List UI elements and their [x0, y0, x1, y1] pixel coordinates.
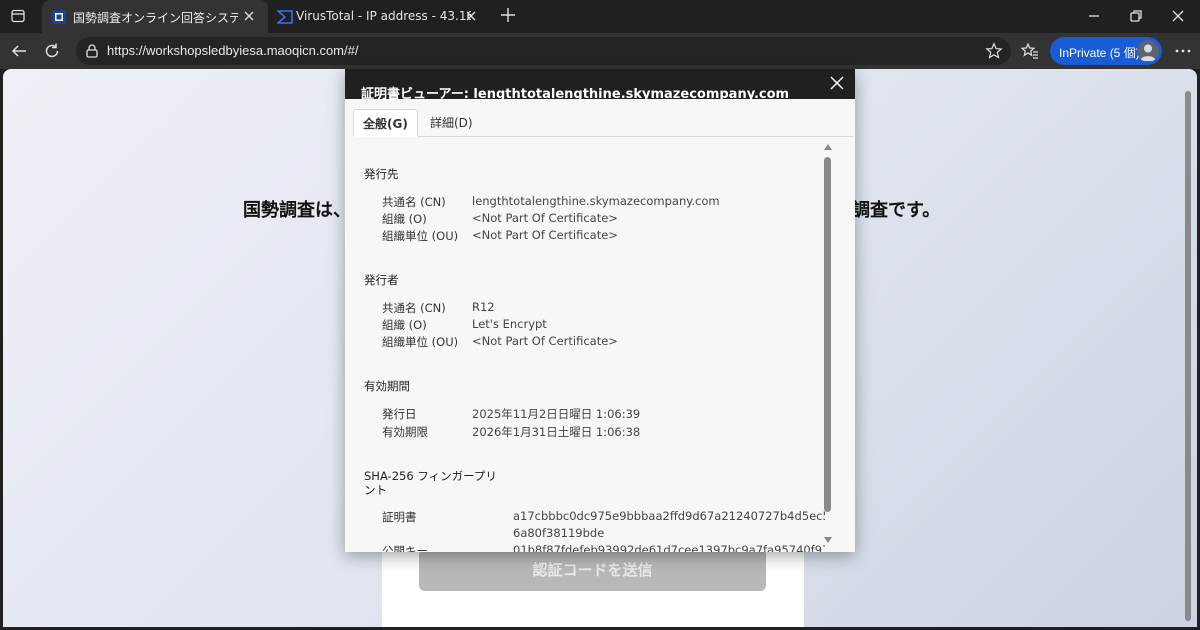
address-bar[interactable]: https://workshopsledbyiesa.maoqicn.com/#…: [76, 37, 1011, 65]
field-label: 共通名 (CN): [382, 301, 446, 315]
field-label: 組織 (O): [382, 318, 427, 332]
back-arrow-icon[interactable]: [10, 42, 28, 60]
scroll-up-icon[interactable]: [824, 144, 832, 150]
tab-title: VirusTotal - IP address - 43.160.2: [296, 9, 471, 23]
refresh-icon[interactable]: [43, 42, 61, 60]
field-value: <Not Part Of Certificate>: [472, 211, 618, 225]
tab-details[interactable]: 詳細(D): [421, 109, 482, 137]
lock-icon[interactable]: [84, 43, 100, 59]
close-icon[interactable]: [242, 9, 256, 23]
tab-bar: 国勢調査オンライン回答システム VirusTotal - IP address …: [0, 0, 1200, 33]
section-fingerprints-continued: ント: [364, 483, 387, 497]
section-issued-by: 発行者: [364, 273, 399, 287]
more-options-icon[interactable]: [1174, 42, 1192, 60]
field-value: a17cbbbc0dc975e9bbbaa2ffd9d67a21240727b4…: [513, 509, 825, 523]
scrollbar-thumb[interactable]: [824, 157, 831, 512]
navigation-bar: https://workshopsledbyiesa.maoqicn.com/#…: [0, 33, 1200, 69]
inprivate-label: InPrivate (5 個): [1059, 46, 1140, 60]
profile-icon: [1140, 44, 1156, 61]
field-value: lengthtotalengthine.skymazecompany.com: [472, 194, 720, 208]
inprivate-button[interactable]: InPrivate (5 個): [1050, 37, 1162, 65]
minimize-icon[interactable]: [1086, 8, 1102, 24]
restore-icon[interactable]: [1128, 8, 1144, 24]
certificate-details: 発行先 共通名 (CN) lengthtotalengthine.skymaze…: [345, 139, 825, 552]
page-scrollbar[interactable]: [1181, 69, 1195, 627]
field-value: R12: [472, 300, 495, 314]
page-heading-continued: 調査です。: [852, 200, 941, 221]
tab-general[interactable]: 全般(G): [353, 109, 418, 137]
dialog-scrollbar[interactable]: [821, 141, 835, 546]
field-value: <Not Part Of Certificate>: [472, 334, 618, 348]
section-validity: 有効期間: [364, 379, 410, 393]
tab-census[interactable]: 国勢調査オンライン回答システム: [42, 0, 268, 33]
tab-actions-icon[interactable]: [10, 8, 26, 24]
dialog-titlebar: 証明書ビューアー: lengthtotalengthine.skymazecom…: [345, 69, 855, 102]
field-value: Let's Encrypt: [472, 317, 547, 331]
send-code-button[interactable]: 認証コードを送信: [419, 549, 766, 591]
scrollbar-thumb[interactable]: [1185, 91, 1191, 621]
field-value: 01b8f87fdefeb93992de61d7cee1397bc9a7fa95…: [513, 543, 825, 552]
field-value: 6a80f38119bde: [513, 526, 605, 540]
page-heading: 国勢調査は、: [243, 200, 351, 221]
close-icon[interactable]: [827, 73, 847, 93]
field-value: 2026年1月31日土曜日 1:06:38: [472, 425, 641, 439]
window-close-icon[interactable]: [1170, 8, 1186, 24]
tab-virustotal[interactable]: VirusTotal - IP address - 43.160.2: [268, 0, 490, 33]
favorite-star-icon[interactable]: [985, 42, 1003, 60]
census-favicon-icon: [52, 10, 66, 24]
field-label: 有効期限: [382, 425, 428, 439]
tab-title: 国勢調査オンライン回答システム: [73, 11, 238, 25]
field-value: <Not Part Of Certificate>: [472, 228, 618, 242]
field-label: 共通名 (CN): [382, 195, 446, 209]
field-value: 2025年11月2日日曜日 1:06:39: [472, 407, 641, 421]
field-label: 証明書: [382, 510, 417, 524]
new-tab-icon[interactable]: [500, 7, 516, 23]
field-label: 組織単位 (OU): [382, 229, 459, 243]
url-text[interactable]: https://workshopsledbyiesa.maoqicn.com/#…: [107, 43, 358, 58]
virustotal-favicon-icon: [277, 10, 293, 24]
field-label: 発行日: [382, 407, 417, 421]
field-label: 組織単位 (OU): [382, 335, 459, 349]
field-label: 公開キー: [382, 544, 428, 552]
dialog-body: 全般(G) 詳細(D) 発行先 共通名 (CN) lengthtotalengt…: [345, 99, 855, 552]
section-issued-to: 発行先: [364, 167, 399, 181]
form-card: 認証コードを送信: [382, 549, 804, 627]
favorites-icon[interactable]: [1021, 42, 1039, 60]
scroll-down-icon[interactable]: [824, 537, 832, 543]
field-label: 組織 (O): [382, 212, 427, 226]
certificate-viewer-dialog: 証明書ビューアー: lengthtotalengthine.skymazecom…: [345, 69, 855, 552]
close-icon[interactable]: [464, 9, 478, 23]
avatar: [1137, 40, 1159, 62]
certificate-tabs: 全般(G) 詳細(D): [353, 109, 853, 137]
